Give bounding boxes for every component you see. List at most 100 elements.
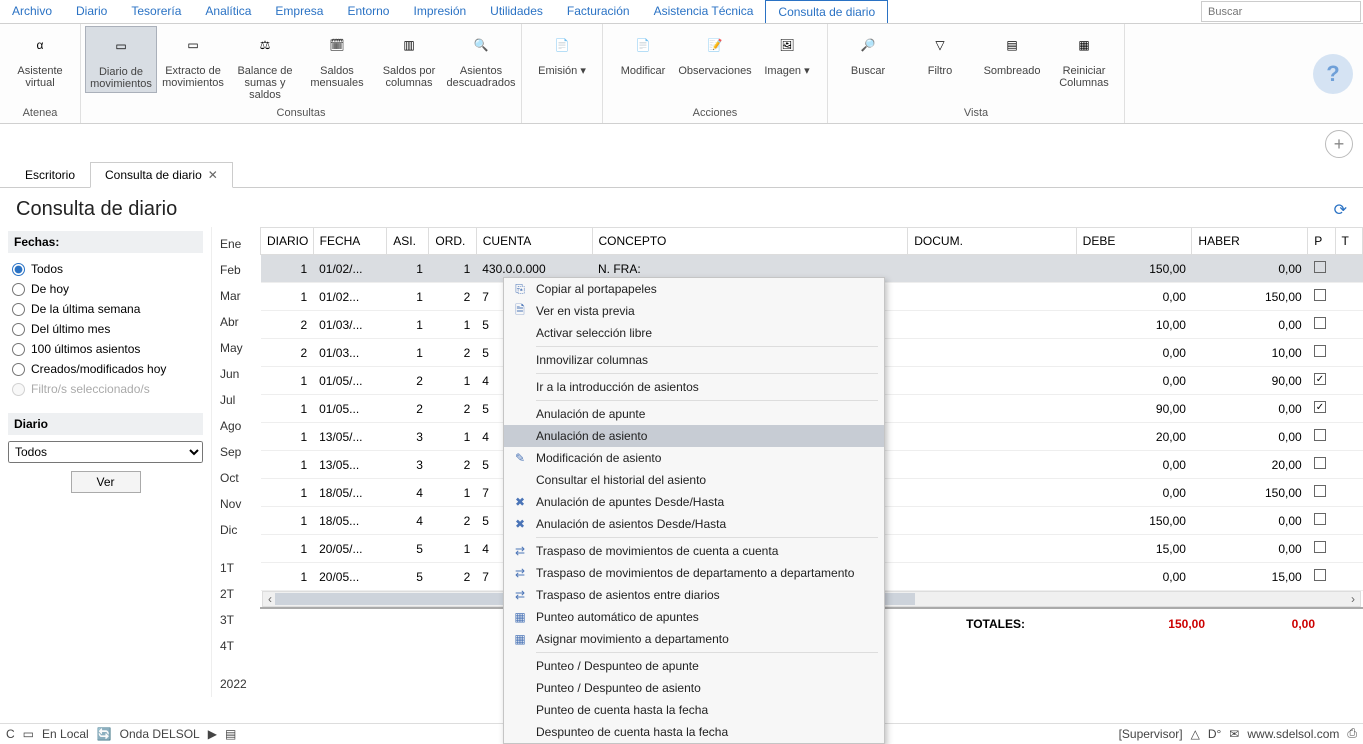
ctx-despunteo-de-cuenta-hasta-la-fecha[interactable]: Despunteo de cuenta hasta la fecha [504, 721, 884, 743]
col-fecha[interactable]: FECHA [313, 228, 387, 255]
ctx-copiar-al-portapapeles[interactable]: ⎘Copiar al portapapeles [504, 278, 884, 300]
menu-impresión[interactable]: Impresión [401, 0, 478, 23]
col-diario[interactable]: DIARIO [261, 228, 314, 255]
ver-button[interactable]: Ver [71, 471, 141, 493]
month-jun[interactable]: Jun [212, 361, 260, 387]
col-debe[interactable]: DEBE [1076, 228, 1192, 255]
diario-select[interactable]: Todos [8, 441, 203, 463]
checkbox-p[interactable] [1314, 345, 1326, 357]
checkbox-p[interactable] [1314, 457, 1326, 469]
ribbon-diario-de-movimientos[interactable]: ▭Diario de movimientos [85, 26, 157, 93]
ctx-punteo-autom-tico-de-apuntes[interactable]: ▦Punteo automático de apuntes [504, 606, 884, 628]
col-p[interactable]: P [1308, 228, 1335, 255]
status-▶[interactable]: ▶ [208, 727, 217, 741]
menu-archivo[interactable]: Archivo [0, 0, 64, 23]
month-mar[interactable]: Mar [212, 283, 260, 309]
ctx-ir-a-la-introducci-n-de-asientos[interactable]: Ir a la introducción de asientos [504, 376, 884, 398]
month-4t[interactable]: 4T [212, 633, 260, 659]
radio-creados-modificados-hoy[interactable]: Creados/modificados hoy [8, 359, 203, 379]
month-2t[interactable]: 2T [212, 581, 260, 607]
col-asi[interactable]: ASI. [387, 228, 429, 255]
month-abr[interactable]: Abr [212, 309, 260, 335]
radio--ltimos-asientos[interactable]: 100 últimos asientos [8, 339, 203, 359]
ribbon-extracto-de-movimientos[interactable]: ▭Extracto de movimientos [157, 26, 229, 91]
col-docum[interactable]: DOCUM. [908, 228, 1076, 255]
radio-del-ltimo-mes[interactable]: Del último mes [8, 319, 203, 339]
ribbon-filtro[interactable]: ▽Filtro [904, 26, 976, 79]
menu-empresa[interactable]: Empresa [263, 0, 335, 23]
col-concepto[interactable]: CONCEPTO [592, 228, 908, 255]
menu-analítica[interactable]: Analítica [193, 0, 263, 23]
month-oct[interactable]: Oct [212, 465, 260, 491]
ribbon-reiniciar-columnas[interactable]: ▦Reiniciar Columnas [1048, 26, 1120, 91]
checkbox-p[interactable] [1314, 485, 1326, 497]
status-r-⎙[interactable]: ⎙ [1347, 726, 1357, 741]
ctx-anulaci-n-de-apuntes-desde-hasta[interactable]: ✖Anulación de apuntes Desde/Hasta [504, 491, 884, 513]
month-ago[interactable]: Ago [212, 413, 260, 439]
menu-entorno[interactable]: Entorno [335, 0, 401, 23]
menu-tesorería[interactable]: Tesorería [119, 0, 193, 23]
status-r-△[interactable]: △ [1191, 727, 1200, 741]
status-▤[interactable]: ▤ [225, 727, 236, 741]
ctx-traspaso-de-asientos-entre-diarios[interactable]: ⇄Traspaso de asientos entre diarios [504, 584, 884, 606]
col-t[interactable]: T [1335, 228, 1362, 255]
checkbox-p[interactable] [1314, 569, 1326, 581]
tab-consulta-de-diario[interactable]: Consulta de diario✕ [90, 162, 233, 188]
ctx-asignar-movimiento-a-departamento[interactable]: ▦Asignar movimiento a departamento [504, 628, 884, 650]
ctx-activar-selecci-n-libre[interactable]: Activar selección libre [504, 322, 884, 344]
col-haber[interactable]: HABER [1192, 228, 1308, 255]
checkbox-p[interactable] [1314, 261, 1326, 273]
ctx-ver-en-vista-previa[interactable]: 🗎Ver en vista previa [504, 300, 884, 322]
ribbon-saldos-mensuales[interactable]: 🗓Saldos mensuales [301, 26, 373, 91]
month-ene[interactable]: Ene [212, 231, 260, 257]
month-nov[interactable]: Nov [212, 491, 260, 517]
checkbox-p[interactable] [1314, 289, 1326, 301]
ctx-traspaso-de-movimientos-de-departamento-a-departamento[interactable]: ⇄Traspaso de movimientos de departamento… [504, 562, 884, 584]
ribbon-balance-de-sumas-y-saldos[interactable]: ⚖Balance de sumas y saldos [229, 26, 301, 103]
status-En Loc[interactable]: En Local [42, 727, 89, 741]
ctx-inmovilizar-columnas[interactable]: Inmovilizar columnas [504, 349, 884, 371]
ctx-traspaso-de-movimientos-de-cuenta-a-cuenta[interactable]: ⇄Traspaso de movimientos de cuenta a cue… [504, 540, 884, 562]
search-input[interactable] [1201, 1, 1361, 22]
status-▭[interactable]: ▭ [23, 727, 34, 741]
radio-de-hoy[interactable]: De hoy [8, 279, 203, 299]
ctx-modificaci-n-de-asiento[interactable]: ✎Modificación de asiento [504, 447, 884, 469]
month-jul[interactable]: Jul [212, 387, 260, 413]
ctx-punteo-despunteo-de-asiento[interactable]: Punteo / Despunteo de asiento [504, 677, 884, 699]
month-sep[interactable]: Sep [212, 439, 260, 465]
menu-consulta-de-diario[interactable]: Consulta de diario [765, 0, 888, 23]
status-r-[Super[interactable]: [Supervisor] [1119, 727, 1183, 741]
ctx-anulaci-n-de-asientos-desde-hasta[interactable]: ✖Anulación de asientos Desde/Hasta [504, 513, 884, 535]
ribbon-saldos-por-columnas[interactable]: ▥Saldos por columnas [373, 26, 445, 91]
ribbon-asistente-virtual[interactable]: αAsistente virtual [4, 26, 76, 91]
ctx-anulaci-n-de-apunte[interactable]: Anulación de apunte [504, 403, 884, 425]
ctx-punteo-despunteo-de-apunte[interactable]: Punteo / Despunteo de apunte [504, 655, 884, 677]
refresh-icon[interactable]: ⟳ [1334, 200, 1347, 220]
checkbox-p[interactable] [1314, 373, 1326, 385]
month-feb[interactable]: Feb [212, 257, 260, 283]
status-r-✉[interactable]: ✉ [1229, 727, 1239, 741]
menu-utilidades[interactable]: Utilidades [478, 0, 555, 23]
month-may[interactable]: May [212, 335, 260, 361]
month-dic[interactable]: Dic [212, 517, 260, 543]
checkbox-p[interactable] [1314, 429, 1326, 441]
add-icon[interactable]: + [1325, 130, 1353, 158]
checkbox-p[interactable] [1314, 317, 1326, 329]
close-icon[interactable]: ✕ [208, 168, 218, 182]
month-1t[interactable]: 1T [212, 555, 260, 581]
menu-facturación[interactable]: Facturación [555, 0, 642, 23]
ribbon-buscar[interactable]: 🔎Buscar [832, 26, 904, 79]
status-r-D°[interactable]: D° [1208, 727, 1221, 741]
ribbon-emisi-n[interactable]: 📄Emisión ▾ [526, 26, 598, 79]
ribbon-imagen[interactable]: 🖼Imagen ▾ [751, 26, 823, 79]
ctx-anulaci-n-de-asiento[interactable]: Anulación de asiento [504, 425, 884, 447]
checkbox-p[interactable] [1314, 541, 1326, 553]
menu-diario[interactable]: Diario [64, 0, 119, 23]
status-C[interactable]: C [6, 727, 15, 741]
month-2022[interactable]: 2022 [212, 671, 260, 697]
help-icon[interactable]: ? [1313, 54, 1353, 94]
status-🔄[interactable]: 🔄 [97, 727, 112, 741]
ribbon-sombreado[interactable]: ▤Sombreado [976, 26, 1048, 79]
menu-asistencia-técnica[interactable]: Asistencia Técnica [642, 0, 766, 23]
ctx-punteo-de-cuenta-hasta-la-fecha[interactable]: Punteo de cuenta hasta la fecha [504, 699, 884, 721]
